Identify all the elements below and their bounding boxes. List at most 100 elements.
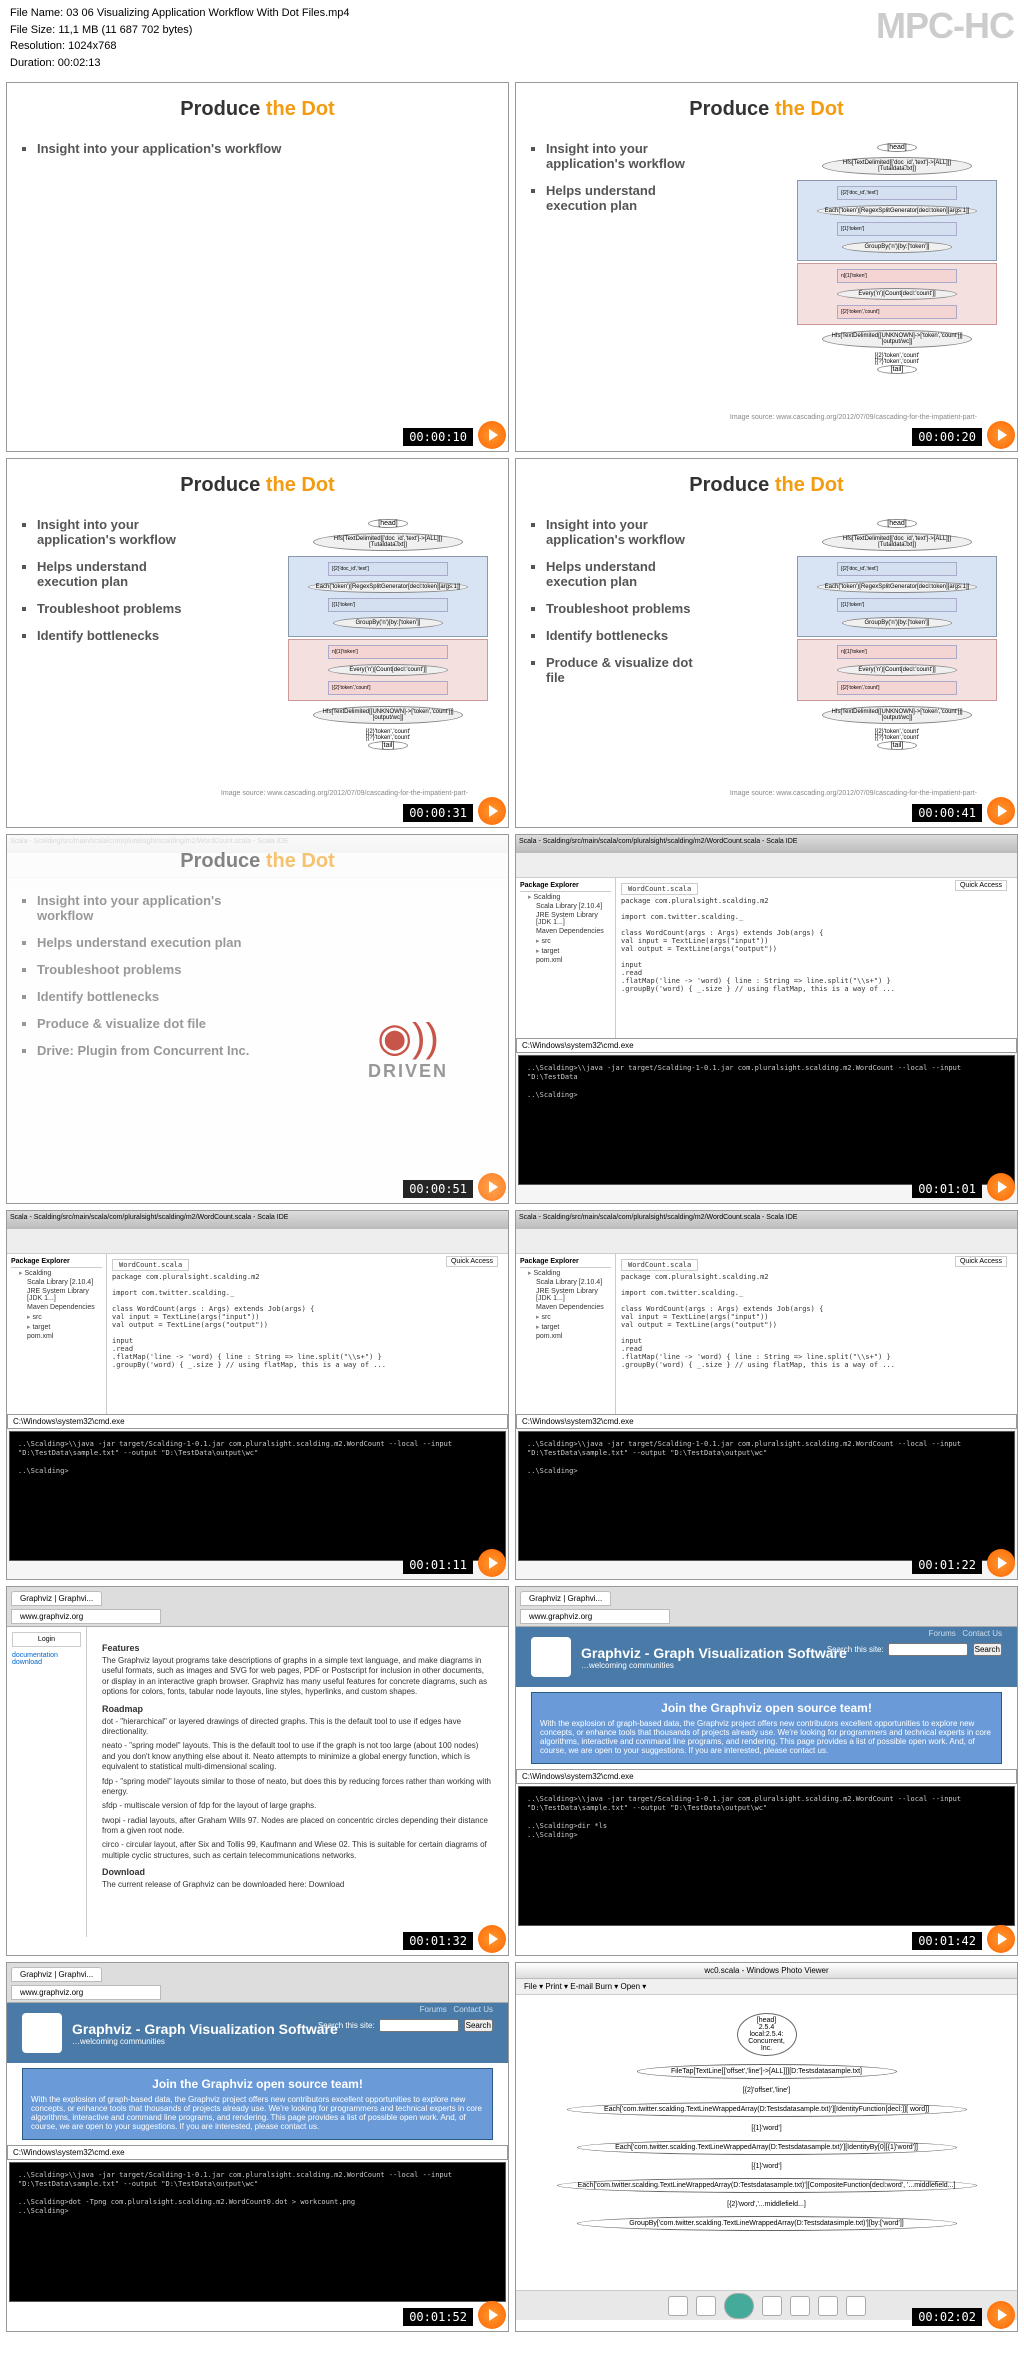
tree-item[interactable]: JRE System Library [JDK 1...] [520, 1287, 611, 1303]
ide-toolbar[interactable] [516, 853, 1017, 878]
tree-item[interactable]: Scala Library [2.10.4] [11, 1278, 102, 1287]
tree-item[interactable]: src [520, 936, 611, 946]
url-bar[interactable]: www.graphviz.org [11, 1985, 161, 2000]
forums-link[interactable]: Forums [929, 1629, 956, 1638]
thumbnail-2[interactable]: Produce the Dot Insight into your applic… [515, 82, 1018, 452]
tree-item[interactable]: Scalding [11, 1268, 102, 1278]
package-explorer[interactable]: Package Explorer Scalding Scala Library … [516, 878, 616, 1038]
thumbnail-9[interactable]: Graphviz | Graphvi... www.graphviz.org L… [6, 1586, 509, 1956]
browser-tab[interactable]: Graphviz | Graphvi... [11, 1591, 102, 1606]
play-icon[interactable] [478, 797, 506, 825]
quick-access[interactable]: Quick Access [955, 880, 1007, 891]
tree-item[interactable]: Maven Dependencies [11, 1303, 102, 1312]
tree-item[interactable]: target [520, 946, 611, 956]
terminal[interactable]: ..\Scalding>\\java -jar target/Scalding-… [518, 1786, 1015, 1926]
site-title: Graphviz - Graph Visualization Software [72, 2021, 338, 2037]
thumbnail-5[interactable]: Produce the Dot Insight into your applic… [6, 834, 509, 1204]
browser-tab[interactable]: Graphviz | Graphvi... [11, 1967, 102, 1982]
pv-rotate-left-icon[interactable] [790, 2296, 810, 2316]
login-box[interactable]: Login [12, 1632, 81, 1647]
tree-item[interactable]: pom.xml [11, 1332, 102, 1341]
ide-toolbar[interactable] [516, 1229, 1017, 1254]
terminal[interactable]: ..\Scalding>\\java -jar target/Scalding-… [518, 1055, 1015, 1185]
tree-item[interactable]: src [520, 1312, 611, 1322]
quick-access[interactable]: Quick Access [955, 1256, 1007, 1267]
pv-delete-icon[interactable] [846, 2296, 866, 2316]
url-bar[interactable]: www.graphviz.org [520, 1609, 670, 1624]
thumbnail-8[interactable]: Scala - Scalding/src/main/scala/com/plur… [515, 1210, 1018, 1580]
pv-zoom-icon[interactable] [668, 2296, 688, 2316]
editor-tab[interactable]: WordCount.scala [112, 1259, 189, 1271]
bullet-item: Produce & visualize dot file [37, 1016, 253, 1031]
tree-item[interactable]: target [11, 1322, 102, 1332]
search-input[interactable] [379, 2019, 459, 2032]
tree-item[interactable]: Scala Library [2.10.4] [520, 902, 611, 911]
tree-item[interactable]: Scalding [520, 892, 611, 902]
thumbnail-12[interactable]: wc0.scala - Windows Photo Viewer File ▾ … [515, 1962, 1018, 2332]
duration-label: Duration: [10, 57, 55, 69]
play-icon[interactable] [478, 2301, 506, 2329]
tree-item[interactable]: pom.xml [520, 1332, 611, 1341]
tree-item[interactable]: JRE System Library [JDK 1...] [11, 1287, 102, 1303]
tree-item[interactable]: JRE System Library [JDK 1...] [520, 911, 611, 927]
search-button[interactable]: Search [973, 1643, 1002, 1656]
contact-link[interactable]: Contact Us [453, 2005, 493, 2014]
play-icon[interactable] [987, 797, 1015, 825]
photo-viewer-menu[interactable]: File ▾ Print ▾ E-mail Burn ▾ Open ▾ [516, 1979, 1017, 1995]
play-icon[interactable] [987, 1173, 1015, 1201]
thumbnail-3[interactable]: Produce the Dot Insight into your applic… [6, 458, 509, 828]
editor-tab[interactable]: WordCount.scala [621, 1259, 698, 1271]
tree-item[interactable]: Maven Dependencies [520, 927, 611, 936]
pv-prev-icon[interactable] [696, 2296, 716, 2316]
nav-link[interactable]: documentation [12, 1652, 81, 1659]
play-icon[interactable] [478, 421, 506, 449]
play-icon[interactable] [987, 2301, 1015, 2329]
url-bar[interactable]: www.graphviz.org [11, 1609, 161, 1624]
forums-link[interactable]: Forums [420, 2005, 447, 2014]
search-button[interactable]: Search [464, 2019, 493, 2032]
tree-item[interactable]: pom.xml [520, 956, 611, 965]
play-icon[interactable] [987, 1549, 1015, 1577]
ide-toolbar[interactable] [7, 1229, 508, 1254]
thumbnail-11[interactable]: Graphviz | Graphvi... www.graphviz.org ⬡… [6, 1962, 509, 2332]
tree-item[interactable]: src [11, 1312, 102, 1322]
code-editor[interactable]: WordCount.scala package com.pluralsight.… [616, 1254, 1017, 1414]
timestamp: 00:01:01 [912, 1180, 982, 1198]
package-explorer[interactable]: Package Explorer Scalding Scala Library … [7, 1254, 107, 1414]
tree-item[interactable]: Maven Dependencies [520, 1303, 611, 1312]
tree-item[interactable]: Scala Library [2.10.4] [520, 1278, 611, 1287]
contact-link[interactable]: Contact Us [962, 1629, 1002, 1638]
play-icon[interactable] [987, 421, 1015, 449]
thumbnail-10[interactable]: Graphviz | Graphvi... www.graphviz.org ⬡… [515, 1586, 1018, 1956]
workflow-diagram: [head] Hfs[TextDelimited[['doc_id','text… [288, 519, 488, 799]
code-editor[interactable]: WordCount.scala package com.pluralsight.… [107, 1254, 508, 1414]
pv-rotate-right-icon[interactable] [818, 2296, 838, 2316]
file-metadata: File Name: 03 06 Visualizing Application… [10, 5, 350, 71]
nav-link[interactable]: download [12, 1659, 81, 1666]
search-input[interactable] [888, 1643, 968, 1656]
terminal[interactable]: ..\Scalding>\\java -jar target/Scalding-… [518, 1431, 1015, 1561]
terminal[interactable]: ..\Scalding>\\java -jar target/Scalding-… [9, 2162, 506, 2302]
file-info-header: File Name: 03 06 Visualizing Application… [0, 0, 1024, 76]
code-editor[interactable]: WordCount.scala package com.pluralsight.… [616, 878, 1017, 1038]
pv-play-icon[interactable] [724, 2293, 754, 2319]
quick-access[interactable]: Quick Access [446, 1256, 498, 1267]
thumbnail-1[interactable]: Produce the Dot Insight into your applic… [6, 82, 509, 452]
bullet-item: Helps understand execution plan [546, 559, 711, 589]
package-explorer[interactable]: Package Explorer Scalding Scala Library … [516, 1254, 616, 1414]
terminal-title: C:\Windows\system32\cmd.exe [7, 2145, 508, 2160]
thumbnail-4[interactable]: Produce the Dot Insight into your applic… [515, 458, 1018, 828]
thumbnail-6[interactable]: Scala - Scalding/src/main/scala/com/plur… [515, 834, 1018, 1204]
play-icon[interactable] [478, 1549, 506, 1577]
tree-item[interactable]: Scalding [520, 1268, 611, 1278]
browser-chrome: Graphviz | Graphvi... www.graphviz.org [516, 1587, 1017, 1627]
search-box: Search this site: Search [827, 1639, 1002, 1657]
browser-tab[interactable]: Graphviz | Graphvi... [520, 1591, 611, 1606]
editor-tab[interactable]: WordCount.scala [621, 883, 698, 895]
play-icon[interactable] [987, 1925, 1015, 1953]
thumbnail-7[interactable]: Scala - Scalding/src/main/scala/com/plur… [6, 1210, 509, 1580]
pv-next-icon[interactable] [762, 2296, 782, 2316]
terminal[interactable]: ..\Scalding>\\java -jar target/Scalding-… [9, 1431, 506, 1561]
tree-item[interactable]: target [520, 1322, 611, 1332]
play-icon[interactable] [478, 1925, 506, 1953]
